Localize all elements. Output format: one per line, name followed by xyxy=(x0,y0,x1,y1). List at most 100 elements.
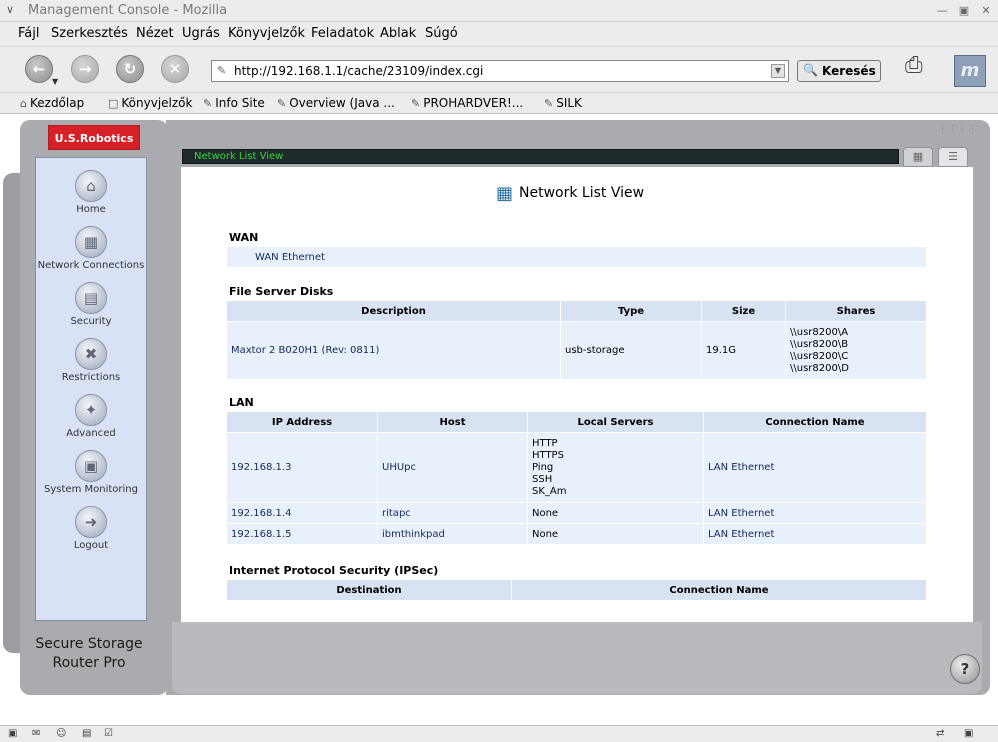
lan-table: IP Address Host Local Servers Connection… xyxy=(226,411,927,545)
menu-help[interactable]: Súgó xyxy=(425,26,458,41)
lan-heading: LAN xyxy=(229,396,254,409)
bookmark-icon: ✎ xyxy=(203,97,213,110)
server-item: SK_Am xyxy=(532,485,567,497)
table-row: 192.168.1.5 ibmthinkpad None LAN Etherne… xyxy=(227,524,926,544)
restrictions-icon: ✖ xyxy=(75,338,107,370)
url-bar[interactable]: ✎ ▼ xyxy=(211,60,789,82)
web-content: U.S.Robotics ⌂ Home ▦ Network Connection… xyxy=(0,115,998,725)
maximize-icon[interactable]: ▣ xyxy=(956,3,972,19)
lan-connection[interactable]: LAN Ethernet xyxy=(704,524,926,544)
search-icon: 🔍 xyxy=(803,63,818,77)
lan-connection[interactable]: LAN Ethernet xyxy=(704,433,926,502)
network-icon: ▦ xyxy=(75,226,107,258)
table-row: WAN Ethernet xyxy=(227,247,926,267)
menu-tasks[interactable]: Feladatok xyxy=(311,26,374,41)
sidebar-item-label: Network Connections xyxy=(37,260,145,271)
home-icon: ⌂ xyxy=(75,170,107,202)
bookmarks-toolbar: ⌂ Kezdőlap □ Könyvjelzők ✎ Info Site ✎ Overv… xyxy=(0,92,998,114)
bookmark-silk[interactable]: ✎ SILK xyxy=(544,96,582,110)
search-button[interactable]: 🔍 Keresés xyxy=(797,60,881,82)
help-icon[interactable]: ? xyxy=(950,654,980,684)
chat-icon[interactable]: ☺ xyxy=(56,728,66,739)
window-titlebar: ∨ Management Console - Mozilla — ▣ ✕ xyxy=(0,0,998,22)
back-dropdown-icon[interactable]: ▼ xyxy=(52,77,58,86)
disk-shares: \\usr8200\A \\usr8200\B \\usr8200\C \\us… xyxy=(786,322,926,379)
bookmark-overview[interactable]: ✎ Overview (Java ... xyxy=(277,96,395,110)
content-pane xyxy=(181,167,973,622)
print-icon[interactable]: ⎙ xyxy=(905,53,937,85)
sidebar-item-label: Logout xyxy=(73,540,109,551)
sidebar-item-network-connections[interactable]: ▦ Network Connections xyxy=(35,226,147,278)
minimize-icon[interactable]: — xyxy=(934,3,950,19)
menu-bookmarks[interactable]: Könyvjelzők xyxy=(228,26,305,41)
window-menu-icon[interactable]: ∨ xyxy=(6,3,20,17)
bookmark-icon: ✎ xyxy=(544,97,554,110)
forward-icon[interactable]: → xyxy=(71,55,99,83)
disk-description[interactable]: Maxtor 2 B020H1 (Rev: 0811) xyxy=(227,322,560,379)
lock-icon: ▤ xyxy=(75,282,107,314)
lan-ip[interactable]: 192.168.1.5 xyxy=(227,524,377,544)
table-header-row: Description Type Size Shares xyxy=(227,301,926,321)
lan-host[interactable]: UHUpc xyxy=(378,433,527,502)
column-header: Shares xyxy=(786,301,926,321)
lan-ip[interactable]: 192.168.1.3 xyxy=(227,433,377,502)
menu-view[interactable]: Nézet xyxy=(136,26,174,41)
table-row: 192.168.1.3 UHUpc HTTP HTTPS Ping SSH SK… xyxy=(227,433,926,502)
sidebar-item-security[interactable]: ▤ Security xyxy=(35,282,147,334)
composer-icon[interactable]: ▤ xyxy=(82,728,91,739)
product-name-line1: Secure Storage xyxy=(35,636,143,652)
column-header: Type xyxy=(561,301,701,321)
column-header: Host xyxy=(378,412,527,432)
sidebar-item-home[interactable]: ⌂ Home xyxy=(35,170,147,222)
bookmark-label: SILK xyxy=(556,96,582,110)
network-icon: ▦ xyxy=(496,183,514,204)
stop-icon[interactable]: ✕ xyxy=(161,55,189,83)
share-item: \\usr8200\A xyxy=(790,326,849,338)
column-header: Size xyxy=(702,301,785,321)
reload-icon[interactable]: ↻ xyxy=(116,55,144,83)
address-book-icon[interactable]: ☑ xyxy=(104,728,113,739)
sidebar-item-logout[interactable]: ➜ Logout xyxy=(35,506,147,558)
lan-servers: None xyxy=(528,524,703,544)
bookmark-home[interactable]: ⌂ Kezdőlap xyxy=(20,96,84,110)
url-input[interactable] xyxy=(234,63,764,79)
window-title: Management Console - Mozilla xyxy=(28,3,228,18)
bookmark-label: Kezdőlap xyxy=(29,96,85,110)
bookmark-prohardver[interactable]: ✎ PROHARDVER!... xyxy=(411,96,523,110)
main-frame-footer xyxy=(172,622,982,694)
bookmark-label: Info Site xyxy=(215,96,265,110)
wan-item[interactable]: WAN Ethernet xyxy=(227,247,926,267)
share-item: \\usr8200\D xyxy=(790,362,849,374)
close-icon[interactable]: ✕ xyxy=(978,3,994,19)
sidebar-item-advanced[interactable]: ✦ Advanced xyxy=(35,394,147,446)
sidebar-item-system-monitoring[interactable]: ▣ System Monitoring xyxy=(35,450,147,502)
mail-icon[interactable]: ✉ xyxy=(32,728,40,739)
menu-file[interactable]: Fájl xyxy=(18,26,39,41)
back-icon[interactable]: ← xyxy=(25,55,53,83)
server-item: Ping xyxy=(532,461,554,473)
status-bar: ▣ ✉ ☺ ▤ ☑ ⇄ ▣ xyxy=(0,725,998,742)
navigator-icon[interactable]: ▣ xyxy=(8,728,17,739)
network-map-tab-icon[interactable]: ▦ xyxy=(903,147,933,167)
bookmark-info-site[interactable]: ✎ Info Site xyxy=(203,96,265,110)
column-header: Connection Name xyxy=(512,580,926,600)
lan-host[interactable]: ibmthinkpad xyxy=(378,524,527,544)
sidebar-item-restrictions[interactable]: ✖ Restrictions xyxy=(35,338,147,390)
menu-window[interactable]: Ablak xyxy=(380,26,416,41)
menu-go[interactable]: Ugrás xyxy=(182,26,220,41)
lan-host[interactable]: ritapc xyxy=(378,503,527,523)
bookmark-folder[interactable]: □ Könyvjelzők xyxy=(108,96,192,110)
security-lock-icon[interactable]: ▣ xyxy=(964,728,973,739)
column-header: Destination xyxy=(227,580,511,600)
url-dropdown-icon[interactable]: ▼ xyxy=(771,64,785,78)
list-view-tab-icon[interactable]: ☰ xyxy=(938,147,968,167)
disk-type: usb-storage xyxy=(561,322,701,379)
column-header: Description xyxy=(227,301,560,321)
menu-edit[interactable]: Szerkesztés xyxy=(51,26,128,41)
bookmark-icon: ✎ xyxy=(411,97,421,110)
lan-connection[interactable]: LAN Ethernet xyxy=(704,503,926,523)
lan-ip[interactable]: 192.168.1.4 xyxy=(227,503,377,523)
table-row: Maxtor 2 B020H1 (Rev: 0811) usb-storage … xyxy=(227,322,926,379)
online-status-icon[interactable]: ⇄ xyxy=(936,728,944,739)
sidebar-item-label: System Monitoring xyxy=(44,484,138,495)
